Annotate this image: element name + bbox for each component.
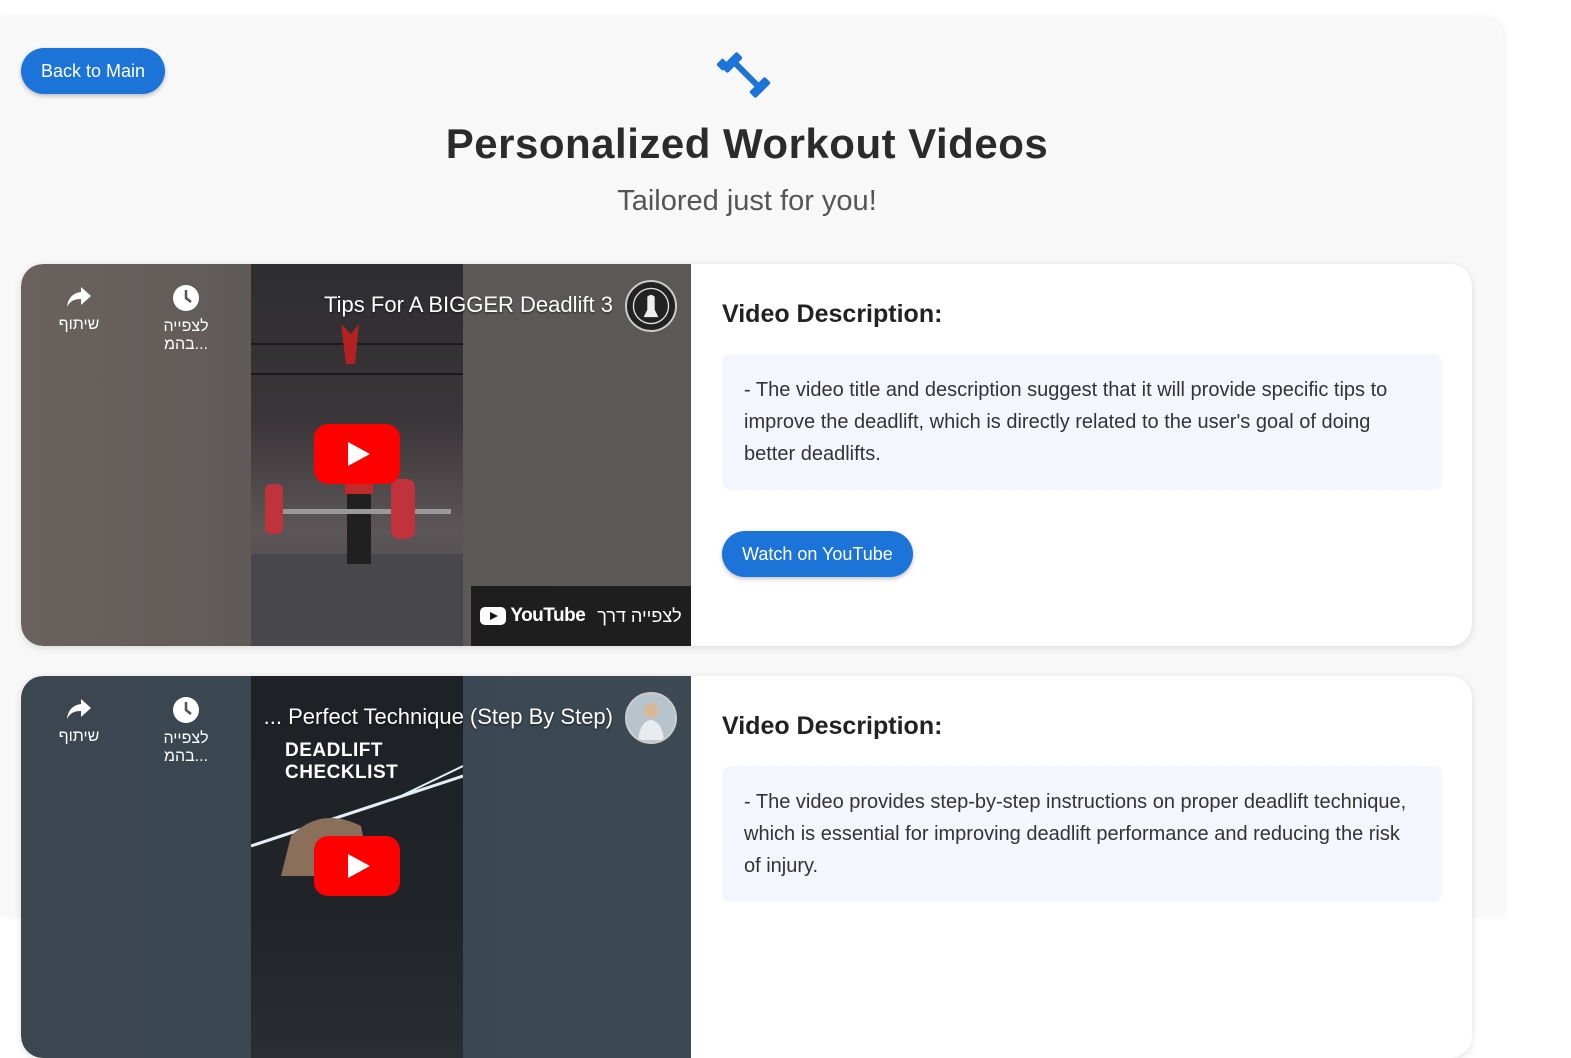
- page-subtitle: Tailored just for you!: [617, 185, 877, 217]
- back-to-main-button[interactable]: Back to Main: [21, 48, 166, 94]
- description-heading: Video Description:: [722, 712, 943, 740]
- video-card: DEADLIFT CHECKLIST שיתוף לצפייה בהמ... .…: [21, 676, 1472, 1058]
- watch-later-control[interactable]: לצפייה בהמ...: [146, 696, 226, 766]
- video-card: שיתוף לצפייה בהמ... Tips For A BIGGER De…: [21, 264, 1472, 646]
- play-button[interactable]: [314, 836, 400, 896]
- channel-avatar[interactable]: [625, 692, 677, 744]
- watch-later-control[interactable]: לצפייה בהמ...: [146, 284, 226, 354]
- watch-on-youtube-bar[interactable]: YouTube לצפייה דרך: [471, 586, 691, 646]
- watch-later-label: לצפייה בהמ...: [163, 318, 209, 353]
- watch-via-label: לצפייה דרך: [597, 605, 682, 626]
- share-label: שיתוף: [58, 728, 100, 745]
- youtube-logo: YouTube: [480, 605, 586, 627]
- share-control[interactable]: שיתוף: [39, 284, 119, 334]
- description-text: - The video provides step-by-step instru…: [722, 766, 1442, 902]
- video-title[interactable]: ... Perfect Technique (Step By Step): [264, 704, 613, 730]
- watch-on-youtube-button[interactable]: Watch on YouTube: [722, 531, 913, 577]
- share-label: שיתוף: [58, 316, 100, 333]
- share-icon: [67, 287, 91, 307]
- channel-avatar[interactable]: [625, 280, 677, 332]
- dumbbell-icon: [717, 52, 771, 98]
- clock-icon: [173, 285, 199, 311]
- video-player[interactable]: DEADLIFT CHECKLIST שיתוף לצפייה בהמ... .…: [21, 676, 691, 1058]
- share-icon: [67, 699, 91, 719]
- description-text: - The video title and description sugges…: [722, 354, 1442, 490]
- clock-icon: [173, 697, 199, 723]
- share-control[interactable]: שיתוף: [39, 696, 119, 746]
- watch-later-label: לצפייה בהמ...: [163, 730, 209, 765]
- play-button[interactable]: [314, 424, 400, 484]
- page-title: Personalized Workout Videos: [445, 120, 1049, 167]
- youtube-play-icon: [480, 607, 507, 625]
- description-panel: Video Description: - The video title and…: [722, 264, 1442, 646]
- description-heading: Video Description:: [722, 300, 943, 328]
- video-title[interactable]: Tips For A BIGGER Deadlift 3: [324, 292, 613, 318]
- video-player[interactable]: שיתוף לצפייה בהמ... Tips For A BIGGER De…: [21, 264, 691, 646]
- description-panel: Video Description: - The video provides …: [722, 676, 1442, 1058]
